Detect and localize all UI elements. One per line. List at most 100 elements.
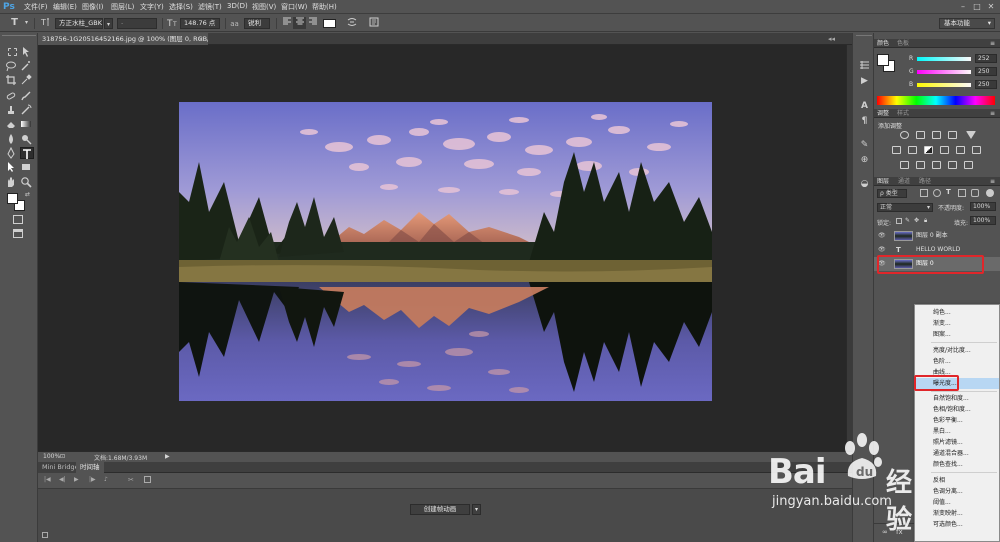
opacity-field[interactable]: 100% — [970, 202, 996, 211]
menu-item-selective-color[interactable]: 可选颜色... — [915, 519, 999, 530]
close-tab-icon[interactable]: × — [198, 33, 203, 45]
actions-panel-icon[interactable]: ▶ — [858, 75, 871, 87]
play-icon[interactable]: ▶ — [74, 476, 79, 483]
hue-saturation-icon[interactable] — [892, 146, 901, 154]
filter-type-icon[interactable]: T — [946, 188, 951, 196]
transition-icon[interactable] — [144, 476, 151, 483]
visibility-eye-icon[interactable]: 👁︎ — [878, 246, 886, 254]
create-animation-dropdown-icon[interactable]: ▾ — [472, 504, 481, 515]
color-r-value[interactable]: 252 — [975, 54, 997, 63]
paragraph-panel-icon[interactable]: ¶ — [858, 115, 871, 127]
history-panel-icon[interactable] — [858, 60, 871, 72]
status-menu-arrow-icon[interactable]: ▶ — [165, 453, 170, 460]
color-r-slider[interactable] — [917, 57, 971, 61]
status-share-icon[interactable]: ⊡ — [60, 453, 65, 460]
brightness-contrast-icon[interactable] — [900, 131, 909, 139]
menu-type[interactable]: 文字(Y) — [140, 2, 164, 12]
pen-tool-icon[interactable] — [5, 146, 19, 159]
foreground-color-swatch[interactable] — [7, 193, 18, 204]
menu-3d[interactable]: 3D(D) — [227, 2, 248, 10]
color-g-value[interactable]: 250 — [975, 67, 997, 76]
filter-toggle-icon[interactable] — [986, 189, 994, 197]
adjustments-menu-icon[interactable]: ≡ — [990, 109, 995, 118]
filter-smart-object-icon[interactable] — [971, 189, 979, 197]
posterize-icon[interactable] — [916, 161, 925, 169]
blur-tool-icon[interactable] — [5, 133, 19, 145]
magic-wand-tool-icon[interactable] — [20, 60, 34, 72]
font-style-select[interactable]: - — [117, 18, 157, 29]
menu-item-invert[interactable]: 反相 — [915, 475, 999, 486]
menu-image[interactable]: 图像(I) — [82, 2, 104, 12]
tab-adjustments[interactable]: 调整 — [877, 109, 889, 118]
align-left-icon[interactable] — [280, 17, 293, 29]
type-tool-icon[interactable] — [20, 147, 34, 159]
menu-file[interactable]: 文件(F) — [24, 2, 48, 12]
lasso-tool-icon[interactable] — [5, 60, 19, 72]
audio-icon[interactable]: ♪ — [104, 476, 108, 483]
tool-preset-dropdown-icon[interactable]: ▾ — [20, 17, 33, 29]
color-b-slider[interactable] — [917, 83, 971, 87]
selective-color-icon[interactable] — [948, 161, 957, 169]
gradient-tool-icon[interactable] — [20, 118, 34, 130]
text-color-swatch[interactable] — [323, 19, 336, 28]
filter-pixel-icon[interactable] — [920, 189, 928, 197]
next-frame-icon[interactable]: |▶ — [89, 476, 96, 483]
workspace-select[interactable]: 基本功能 ▾ — [939, 18, 995, 29]
lock-transparent-icon[interactable] — [896, 218, 902, 224]
history-brush-tool-icon[interactable] — [20, 104, 34, 116]
lock-position-icon[interactable]: ✥ — [914, 217, 919, 224]
menu-select[interactable]: 选择(S) — [169, 2, 193, 12]
tab-swatches[interactable]: 色板 — [897, 39, 909, 48]
toolbar-grip[interactable] — [2, 35, 36, 39]
eraser-tool-icon[interactable] — [5, 118, 19, 130]
layer-filter-select[interactable]: ρ 类型 — [877, 189, 907, 198]
document-image[interactable] — [179, 102, 712, 401]
zoom-level[interactable]: 100% — [43, 453, 60, 460]
menu-item-threshold[interactable]: 阈值... — [915, 497, 999, 508]
tab-paths[interactable]: 路径 — [919, 177, 931, 186]
lock-image-icon[interactable]: ✎ — [905, 217, 910, 224]
hand-tool-icon[interactable] — [5, 176, 19, 188]
font-family-select[interactable]: 方正水柱_GBK — [55, 18, 103, 29]
curves-icon[interactable] — [932, 131, 941, 139]
menu-item-gradient[interactable]: 渐变... — [915, 318, 999, 329]
tab-timeline[interactable]: 时间轴 — [76, 462, 104, 473]
menu-item-gradient-map[interactable]: 渐变映射... — [915, 508, 999, 519]
anti-alias-select[interactable]: 锐利 — [244, 18, 270, 29]
text-orientation-icon[interactable]: T — [38, 17, 51, 29]
tab-channels[interactable]: 通道 — [898, 177, 910, 186]
marquee-tool-icon[interactable] — [5, 46, 19, 58]
vibrance-icon[interactable] — [966, 131, 976, 139]
close-icon[interactable]: ✕ — [986, 2, 996, 11]
color-balance-icon[interactable] — [908, 146, 917, 154]
prev-frame-icon[interactable]: ◀| — [59, 476, 66, 483]
menu-edit[interactable]: 编辑(E) — [53, 2, 77, 12]
first-frame-icon[interactable]: |◀ — [44, 476, 51, 483]
menu-help[interactable]: 帮助(H) — [312, 2, 337, 12]
color-spectrum-ramp[interactable] — [877, 96, 995, 105]
photo-filter-icon[interactable] — [940, 146, 949, 154]
layer-name[interactable]: 图层 0 副本 — [916, 229, 948, 243]
tab-styles[interactable]: 样式 — [897, 109, 909, 118]
menu-item-vibrance[interactable]: 自然饱和度... — [915, 393, 999, 404]
menu-view[interactable]: 视图(V) — [252, 2, 276, 12]
font-size-select[interactable]: 148.76 点 — [180, 18, 220, 29]
menu-item-brightness-contrast[interactable]: 亮度/对比度... — [915, 345, 999, 356]
blend-mode-select[interactable]: 正常 ▾ — [877, 203, 933, 212]
canvas-area[interactable] — [38, 45, 846, 451]
align-right-icon[interactable] — [306, 17, 319, 29]
filter-shape-icon[interactable] — [958, 189, 966, 197]
menu-item-color-lookup[interactable]: 颜色查找... — [915, 459, 999, 470]
menu-item-pattern[interactable]: 图案... — [915, 329, 999, 340]
healing-brush-tool-icon[interactable] — [5, 90, 19, 102]
clone-stamp-tool-icon[interactable] — [5, 104, 19, 116]
screen-mode-icon[interactable] — [13, 229, 23, 238]
3d-panel-icon[interactable]: ◒ — [858, 178, 871, 190]
create-frame-animation-button[interactable]: 创建帧动画 — [410, 504, 470, 515]
quick-mask-icon[interactable] — [13, 215, 23, 224]
crop-tool-icon[interactable] — [5, 74, 19, 86]
menu-window[interactable]: 窗口(W) — [281, 2, 307, 12]
character-panel-icon[interactable] — [367, 17, 380, 29]
move-tool-icon[interactable] — [20, 46, 34, 58]
menu-layer[interactable]: 图层(L) — [111, 2, 134, 12]
